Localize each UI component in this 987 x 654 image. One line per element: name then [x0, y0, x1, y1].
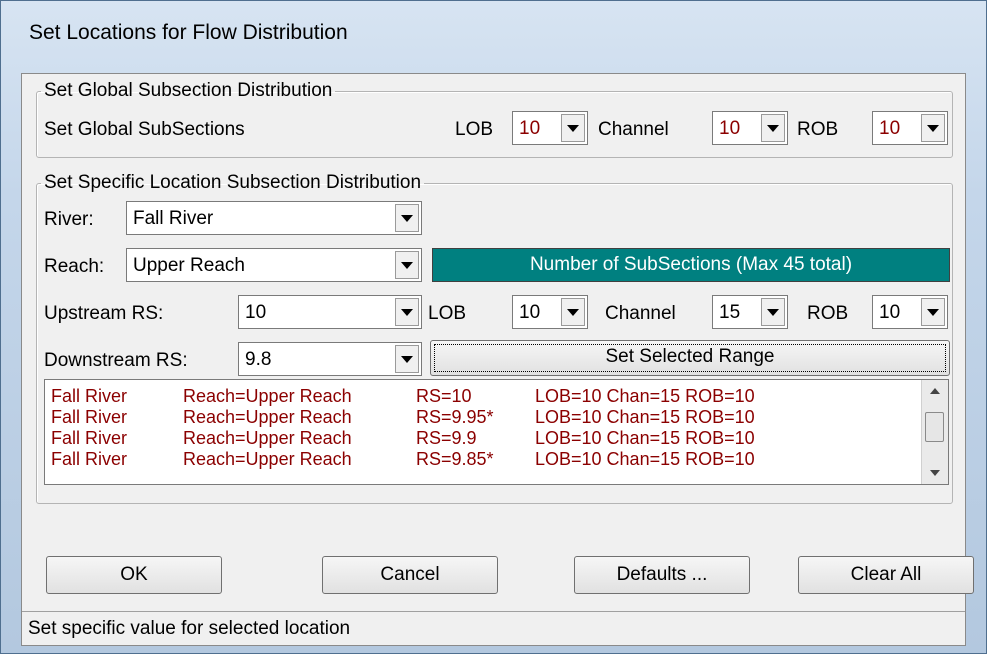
dialog-client-area: Set Global Subsection Distribution Set G…	[21, 73, 974, 646]
cancel-button[interactable]: Cancel	[322, 556, 498, 594]
chevron-down-icon[interactable]	[761, 114, 785, 142]
river-label: River:	[44, 209, 94, 230]
list-scrollbar[interactable]	[921, 380, 948, 484]
list-item-values: LOB=10 Chan=15 ROB=10	[535, 386, 755, 406]
upstream-rs-label: Upstream RS:	[44, 303, 164, 324]
list-item-rs: RS=9.95*	[416, 407, 494, 427]
specific-lob-value: 10	[519, 302, 541, 323]
list-item-reach: Reach=Upper Reach	[183, 407, 352, 427]
window-title: Set Locations for Flow Distribution	[29, 21, 348, 44]
dialog-window: Set Locations for Flow Distribution Set …	[0, 0, 987, 654]
list-item-reach: Reach=Upper Reach	[183, 428, 352, 448]
chevron-down-icon[interactable]	[561, 298, 585, 326]
list-item-reach: Reach=Upper Reach	[183, 449, 352, 469]
list-item-rs: RS=9.9	[416, 428, 477, 448]
downstream-rs-value: 9.8	[245, 349, 272, 370]
chevron-down-icon[interactable]	[761, 298, 785, 326]
global-rob-label: ROB	[797, 119, 839, 140]
global-lob-dropdown[interactable]: 10	[512, 111, 588, 145]
clear-all-button[interactable]: Clear All	[798, 556, 974, 594]
list-item-reach: Reach=Upper Reach	[183, 386, 352, 406]
river-value: Fall River	[133, 208, 214, 229]
list-item-river: Fall River	[51, 449, 128, 469]
list-item-values: LOB=10 Chan=15 ROB=10	[535, 407, 755, 427]
global-lob-value: 10	[519, 118, 541, 139]
scroll-up-icon[interactable]	[922, 380, 948, 402]
specific-channel-dropdown[interactable]: 15	[712, 295, 788, 329]
specific-lob-label: LOB	[428, 303, 467, 324]
scroll-down-icon[interactable]	[922, 462, 948, 484]
chevron-down-icon[interactable]	[921, 298, 945, 326]
ok-button[interactable]: OK	[46, 556, 222, 594]
reach-dropdown[interactable]: Upper Reach	[126, 248, 422, 282]
list-item-rs: RS=10	[416, 386, 472, 406]
downstream-rs-dropdown[interactable]: 9.8	[238, 342, 422, 376]
global-group-legend: Set Global Subsection Distribution	[44, 80, 333, 101]
reach-label: Reach:	[44, 256, 105, 277]
upstream-rs-dropdown[interactable]: 10	[238, 295, 422, 329]
specific-channel-label: Channel	[605, 303, 676, 324]
status-bar: Set specific value for selected location	[22, 611, 965, 645]
specific-lob-dropdown[interactable]: 10	[512, 295, 588, 329]
scroll-thumb[interactable]	[925, 412, 944, 442]
global-rob-dropdown[interactable]: 10	[872, 111, 948, 145]
defaults-button[interactable]: Defaults ...	[574, 556, 750, 594]
specific-rob-label: ROB	[807, 303, 849, 324]
global-channel-value: 10	[719, 118, 741, 139]
list-item-rs: RS=9.85*	[416, 449, 494, 469]
list-item-river: Fall River	[51, 386, 128, 406]
list-item-river: Fall River	[51, 428, 128, 448]
upstream-rs-value: 10	[245, 302, 267, 323]
global-channel-label: Channel	[598, 119, 669, 140]
downstream-rs-label: Downstream RS:	[44, 350, 188, 371]
title-bar[interactable]: Set Locations for Flow Distribution	[1, 1, 986, 75]
global-rob-value: 10	[879, 118, 901, 139]
list-item-river: Fall River	[51, 407, 128, 427]
chevron-down-icon[interactable]	[395, 251, 419, 279]
river-dropdown[interactable]: Fall River	[126, 201, 422, 235]
location-list[interactable]: Fall River Reach=Upper Reach RS=10 LOB=1…	[44, 379, 949, 485]
chevron-down-icon[interactable]	[395, 298, 419, 326]
subsections-count-banner: Number of SubSections (Max 45 total)	[432, 248, 950, 282]
chevron-down-icon[interactable]	[395, 345, 419, 373]
chevron-down-icon[interactable]	[921, 114, 945, 142]
specific-group-legend: Set Specific Location Subsection Distrib…	[44, 172, 422, 193]
global-subsections-label: Set Global SubSections	[44, 119, 245, 140]
chevron-down-icon[interactable]	[395, 204, 419, 232]
set-selected-range-button[interactable]: Set Selected Range	[430, 340, 950, 376]
reach-value: Upper Reach	[133, 255, 245, 276]
list-item-values: LOB=10 Chan=15 ROB=10	[535, 449, 755, 469]
specific-channel-value: 15	[719, 302, 741, 323]
specific-rob-value: 10	[879, 302, 901, 323]
chevron-down-icon[interactable]	[561, 114, 585, 142]
global-lob-label: LOB	[455, 119, 494, 140]
list-item-values: LOB=10 Chan=15 ROB=10	[535, 428, 755, 448]
specific-rob-dropdown[interactable]: 10	[872, 295, 948, 329]
status-text: Set specific value for selected location	[28, 618, 351, 639]
global-channel-dropdown[interactable]: 10	[712, 111, 788, 145]
